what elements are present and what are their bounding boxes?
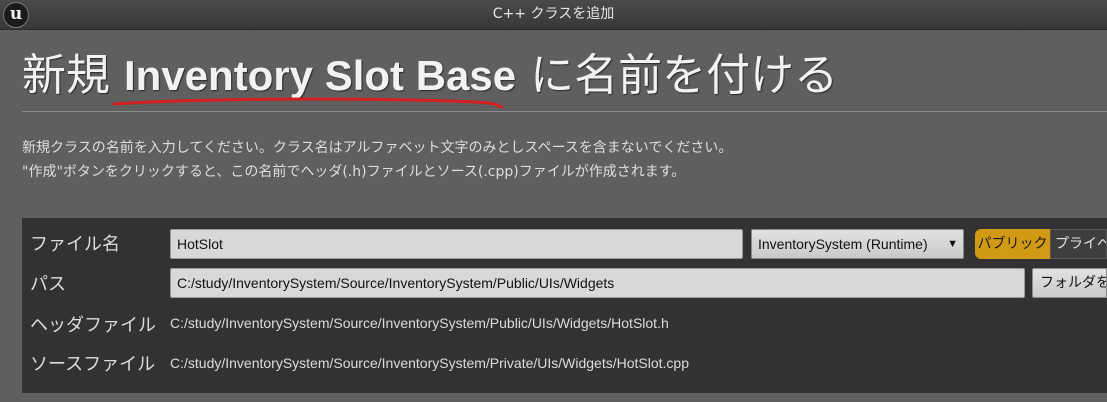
private-toggle-button[interactable]: プライベート	[1050, 229, 1107, 259]
title-prefix: 新規	[22, 50, 110, 101]
class-name-input[interactable]: HotSlot	[170, 229, 743, 259]
path-input[interactable]: C:/study/InventorySystem/Source/Inventor…	[170, 268, 1025, 298]
title-suffix: に名前を付ける	[530, 50, 839, 101]
chevron-down-icon: ▼	[947, 238, 958, 250]
module-select-value: InventorySystem (Runtime)	[758, 236, 928, 252]
path-label: パス	[30, 274, 66, 295]
header-file-label: ヘッダファイル	[30, 315, 156, 336]
window-title: C++ クラスを追加	[492, 6, 615, 22]
module-select[interactable]: InventorySystem (Runtime) ▼	[751, 229, 964, 259]
red-underline-annotation	[112, 97, 504, 109]
instructions-text: 新規クラスの名前を入力してください。クラス名はアルファベット文字のみとしスペース…	[22, 136, 732, 184]
title-bar: u C++ クラスを追加	[0, 0, 1107, 30]
header-file-path: C:/study/InventorySystem/Source/Inventor…	[170, 315, 669, 331]
instructions-line-2: "作成"ボタンをクリックすると、この名前でヘッダ(.h)ファイルとソース(.cp…	[22, 164, 686, 180]
title-class-name: Inventory Slot Base	[124, 52, 517, 99]
instructions-line-1: 新規クラスの名前を入力してください。クラス名はアルファベット文字のみとしスペース…	[22, 140, 733, 156]
source-file-path: C:/study/InventorySystem/Source/Inventor…	[170, 355, 689, 371]
title-divider	[22, 111, 1107, 112]
source-file-label: ソースファイル	[30, 354, 156, 375]
public-toggle-button[interactable]: パブリック	[975, 229, 1050, 259]
class-settings-panel: ファイル名 HotSlot InventorySystem (Runtime) …	[22, 218, 1107, 393]
choose-folder-button[interactable]: フォルダを選択	[1032, 268, 1107, 298]
name-label: ファイル名	[30, 234, 120, 255]
